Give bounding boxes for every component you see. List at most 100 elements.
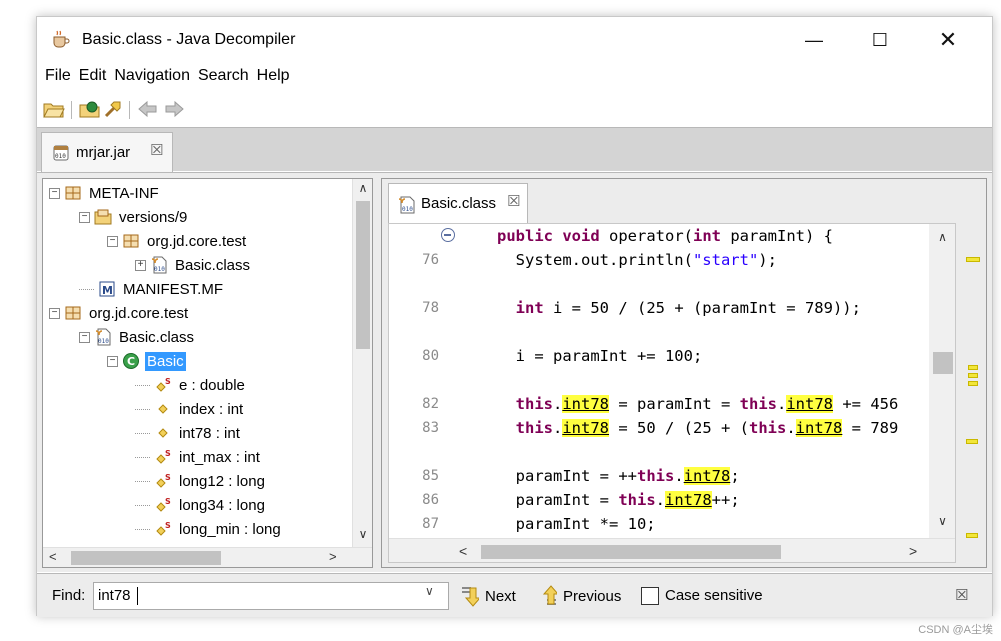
tree-node[interactable]: Slong12 : long — [135, 469, 267, 493]
tree-node[interactable]: − org.jd.core.test — [107, 229, 248, 253]
code-token: . — [655, 491, 665, 509]
scroll-up-icon[interactable]: ∧ — [929, 230, 955, 244]
scroll-thumb[interactable] — [481, 545, 781, 559]
back-arrow-icon[interactable] — [137, 99, 159, 119]
code-token: "start" — [692, 251, 759, 269]
scroll-right-icon[interactable]: > — [329, 549, 337, 564]
editor-vertical-scrollbar[interactable]: ∧ ∨ — [929, 224, 955, 538]
tree-node-label: MANIFEST.MF — [123, 280, 223, 298]
occurrence-marker[interactable] — [968, 381, 978, 386]
field-icon — [158, 404, 168, 414]
tab-basic-class[interactable]: 010 Basic.class ☒ — [388, 183, 528, 223]
code-text: System.out.println("start"); — [497, 248, 777, 272]
occurrence-marker[interactable] — [968, 365, 978, 370]
menu-help[interactable]: Help — [257, 64, 296, 90]
tree-node[interactable]: − C Basic — [107, 349, 186, 373]
close-tab-icon[interactable]: ☒ — [507, 192, 520, 210]
tree-node[interactable]: − 010 Basic.class — [79, 325, 196, 349]
tree-node[interactable]: − versions/9 — [79, 205, 189, 229]
search-match: int78 — [795, 419, 843, 437]
scroll-thumb[interactable] — [933, 352, 953, 374]
toolbar-separator — [71, 101, 72, 119]
occurrence-marker[interactable] — [966, 439, 978, 444]
class-file-icon: 010 — [95, 328, 111, 346]
collapse-icon[interactable]: − — [107, 235, 118, 247]
line-number: 78 — [422, 300, 439, 316]
class-icon: C — [123, 353, 139, 369]
tree-node[interactable]: int78 : int — [135, 421, 242, 445]
expand-icon[interactable]: + — [135, 259, 146, 271]
close-find-icon[interactable]: ☒ — [955, 586, 968, 604]
tab-mrjar[interactable]: 010 mrjar.jar ☒ — [41, 132, 173, 172]
minimize-button[interactable]: — — [799, 27, 829, 53]
tree-horizontal-scrollbar[interactable]: < > — [43, 547, 372, 567]
scroll-thumb[interactable] — [71, 551, 221, 565]
find-previous-button[interactable]: Previous — [539, 584, 621, 608]
collapse-icon[interactable]: − — [107, 355, 118, 367]
search-overview-ruler[interactable] — [960, 223, 984, 563]
tree-node[interactable]: +010 Basic.class — [135, 253, 252, 277]
forward-arrow-icon[interactable] — [163, 99, 185, 119]
code-text: paramInt *= 10; — [497, 512, 656, 536]
svg-text:C: C — [127, 355, 135, 368]
menu-search[interactable]: Search — [198, 64, 255, 90]
tree-connector — [135, 408, 150, 410]
code-editor[interactable]: 87 paramInt *= 10; 86 paramInt = this.int… — [388, 223, 956, 563]
occurrence-marker[interactable] — [966, 533, 978, 538]
field-icon — [158, 428, 168, 438]
scroll-left-icon[interactable]: < — [459, 543, 467, 559]
case-sensitive-checkbox[interactable] — [641, 587, 659, 605]
collapse-icon[interactable]: − — [79, 331, 90, 343]
tree-node[interactable]: Slong34 : long — [135, 493, 267, 517]
find-next-button[interactable]: Next — [461, 584, 516, 608]
open-folder-icon[interactable] — [43, 99, 65, 119]
scroll-down-icon[interactable]: ∨ — [353, 527, 372, 541]
menu-edit[interactable]: Edit — [79, 64, 113, 90]
tree-node[interactable]: Se : double — [135, 373, 247, 397]
tree-node[interactable]: Slong_min : long — [135, 517, 283, 541]
scroll-left-icon[interactable]: < — [49, 549, 57, 564]
static-field-icon: S — [156, 377, 171, 392]
close-tab-icon[interactable]: ☒ — [150, 141, 163, 159]
arrow-up-icon — [542, 585, 557, 605]
close-window-button[interactable]: ✕ — [933, 27, 963, 53]
code-token: . — [553, 395, 563, 413]
search-type-icon[interactable] — [103, 99, 125, 119]
collapse-icon[interactable]: − — [49, 307, 60, 319]
menu-file[interactable]: File — [45, 64, 77, 90]
editor-panel: 010 Basic.class ☒ 87 paramInt *= 10; 86 p… — [381, 178, 987, 568]
menu-navigation[interactable]: Navigation — [114, 64, 196, 90]
main-content: Slong_min : long Slong34 : long Slong12 : … — [37, 172, 992, 572]
svg-text:010: 010 — [98, 338, 109, 345]
find-label: Find: — [52, 587, 86, 604]
code-token: paramInt *= 10; — [497, 515, 656, 533]
tree-node[interactable]: − org.jd.core.test — [49, 301, 190, 325]
tree-node[interactable]: Sint_max : int — [135, 445, 262, 469]
tree-node[interactable]: index : int — [135, 397, 245, 421]
maximize-button[interactable]: ☐ — [865, 27, 895, 53]
find-input[interactable]: int78 — [93, 582, 449, 610]
open-type-icon[interactable] — [79, 99, 101, 119]
tree-node[interactable]: M MANIFEST.MF — [79, 277, 225, 301]
scroll-thumb[interactable] — [356, 201, 370, 349]
editor-horizontal-scrollbar[interactable]: < > — [389, 538, 955, 562]
collapse-icon[interactable]: − — [49, 187, 60, 199]
chevron-down-icon[interactable]: ∨ — [425, 584, 434, 598]
scroll-right-icon[interactable]: > — [909, 543, 917, 559]
file-tab-strip: 010 mrjar.jar ☒ — [37, 127, 992, 172]
scroll-up-icon[interactable]: ∧ — [353, 181, 372, 195]
app-window: Basic.class - Java Decompiler — ☐ ✕ File… — [36, 16, 993, 617]
occurrence-marker[interactable] — [968, 373, 978, 378]
tree-connector — [135, 456, 150, 458]
tree-node[interactable]: − META-INF — [49, 181, 161, 205]
fold-collapse-icon[interactable] — [441, 228, 455, 242]
scroll-down-icon[interactable]: ∨ — [929, 514, 955, 528]
title-bar: Basic.class - Java Decompiler — ☐ ✕ — [37, 17, 992, 63]
occurrence-marker[interactable] — [966, 257, 980, 262]
tree-vertical-scrollbar[interactable]: ∧ ∨ — [352, 179, 372, 547]
line-number: 85 — [422, 468, 439, 484]
collapse-icon[interactable]: − — [79, 211, 90, 223]
